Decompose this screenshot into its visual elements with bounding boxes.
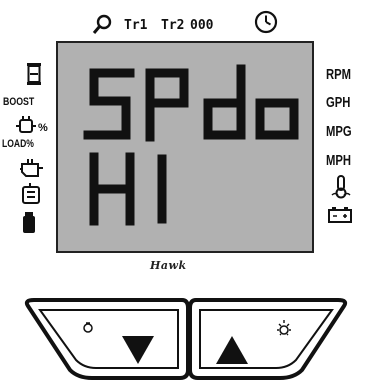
button-panel [14,296,358,382]
boost-label: BOOST [3,96,35,108]
load-label: LOAD% [2,138,34,150]
up-button[interactable] [188,298,348,380]
load-percent-sign: % [38,122,48,134]
transmission-icon [22,183,40,204]
trip2-label: Tr2 [161,18,185,33]
thermometer-icon [331,175,351,199]
unit-label-mph: MPH [326,152,352,169]
digit-d [203,64,246,140]
button-housing [24,298,348,380]
left-indicator-panel: BOOST % LOAD% [0,56,56,266]
engine-load-icon [16,116,36,133]
brand-logo: Hawk [150,259,187,272]
magnifier-icon [92,14,112,34]
digit-h [89,152,135,226]
unit-label-mpg: MPG [326,123,352,140]
hourglass-icon [27,63,41,85]
fuel-icon [23,212,35,233]
clock-icon [254,10,278,34]
digit-o [255,98,299,140]
segment-display [83,64,299,226]
top-indicator-row: Tr1 Tr2 000 [0,6,370,40]
battery-icon [328,207,352,223]
trip2-value: 000 [190,18,214,33]
unit-label-gph: GPH [326,94,351,111]
trip1-label: Tr1 [124,18,148,33]
unit-label-rpm: RPM [326,66,352,83]
down-button[interactable] [24,298,190,380]
digit-p [145,68,189,142]
digit-s [83,68,135,140]
engine-icon [20,159,43,177]
lcd-screen [56,41,314,253]
right-indicator-panel: RPM GPH MPG MPH [316,60,370,260]
